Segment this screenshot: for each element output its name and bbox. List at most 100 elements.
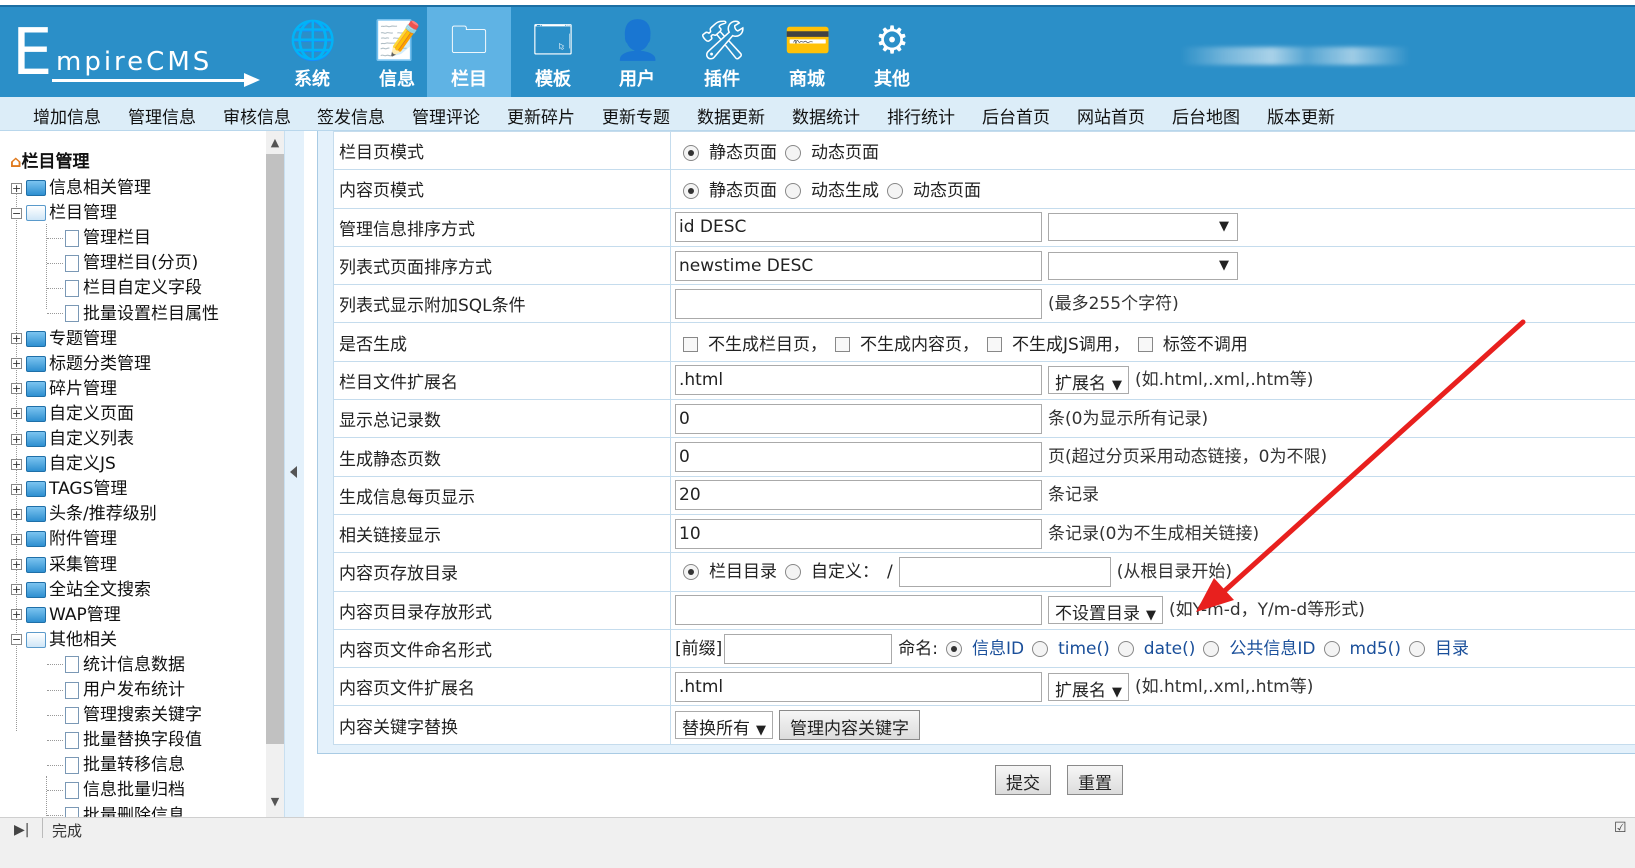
- tree-item[interactable]: + WAP管理: [11, 600, 121, 625]
- text-input[interactable]: 10: [675, 518, 1042, 549]
- checkbox[interactable]: [987, 337, 1002, 353]
- radio-button[interactable]: [785, 563, 801, 580]
- radio-button[interactable]: [683, 183, 699, 200]
- manage-keywords-button[interactable]: 管理内容关键字: [779, 710, 920, 741]
- subnav-item[interactable]: 更新专题: [602, 103, 670, 128]
- expand-icon[interactable]: +: [11, 483, 22, 495]
- topnav-card[interactable]: 💳 商城: [765, 7, 849, 97]
- expand-icon[interactable]: +: [11, 358, 22, 370]
- radio-button[interactable]: [1032, 640, 1049, 657]
- tree-item[interactable]: + 头条/推荐级别: [11, 499, 157, 524]
- radio-button[interactable]: [1117, 640, 1134, 657]
- tree-item[interactable]: + 自定义页面: [11, 399, 134, 424]
- radio-button[interactable]: [1323, 640, 1340, 657]
- collapse-left-icon[interactable]: [290, 466, 297, 478]
- sidebar-splitter[interactable]: [284, 131, 304, 817]
- text-input[interactable]: 0: [675, 442, 1042, 473]
- subnav-item[interactable]: 数据更新: [697, 103, 765, 128]
- collapse-icon[interactable]: −: [11, 207, 22, 219]
- radio-button[interactable]: [785, 183, 801, 200]
- topnav-tools[interactable]: 🛠 插件: [680, 7, 764, 97]
- radio-button[interactable]: [683, 563, 699, 580]
- subnav-item[interactable]: 管理信息: [128, 103, 196, 128]
- collapse-icon[interactable]: −: [11, 634, 22, 646]
- tree-item[interactable]: + 采集管理: [11, 550, 117, 575]
- radio-button[interactable]: [1203, 640, 1220, 657]
- tree-item[interactable]: 批量转移信息: [47, 750, 185, 775]
- prefix-input[interactable]: [724, 633, 893, 664]
- subnav-item[interactable]: 排行统计: [887, 103, 955, 128]
- tree-item[interactable]: + 标题分类管理: [11, 349, 151, 374]
- radio-button[interactable]: [887, 183, 903, 200]
- topnav-user[interactable]: 👤 用户: [595, 7, 679, 97]
- radio-button[interactable]: [1408, 640, 1425, 657]
- select-dropdown[interactable]: ▼: [1048, 213, 1238, 242]
- tree-item[interactable]: + 附件管理: [11, 524, 117, 549]
- tree-item[interactable]: 统计信息数据: [47, 650, 185, 675]
- checkbox[interactable]: [1137, 337, 1153, 353]
- subnav-item[interactable]: 增加信息: [33, 103, 101, 128]
- tree-item[interactable]: + 碎片管理: [11, 374, 117, 399]
- tree-item[interactable]: + 全站全文搜索: [11, 575, 151, 600]
- tree-item[interactable]: + 信息相关管理: [11, 173, 151, 198]
- expand-icon[interactable]: +: [11, 458, 22, 470]
- select-dropdown[interactable]: 不设置目录 ▼: [1048, 596, 1163, 625]
- tree-item[interactable]: − 栏目管理: [11, 198, 117, 223]
- tree-item[interactable]: 管理栏目(分页): [47, 248, 198, 273]
- scroll-down-arrow-icon[interactable]: ▼: [266, 795, 284, 811]
- tree-item[interactable]: 批量设置栏目属性: [47, 299, 219, 324]
- subnav-item[interactable]: 管理评论: [412, 103, 480, 128]
- tree-item[interactable]: 信息批量归档: [47, 775, 185, 800]
- reset-button[interactable]: 重置: [1067, 765, 1123, 795]
- topnav-gear[interactable]: ⚙ 其他: [850, 7, 934, 97]
- tree-item[interactable]: 管理栏目: [47, 223, 151, 248]
- expand-icon[interactable]: +: [11, 408, 22, 420]
- text-input[interactable]: .html: [675, 671, 1042, 702]
- subnav-item[interactable]: 签发信息: [317, 103, 385, 128]
- tree-item[interactable]: − 其他相关: [11, 625, 117, 650]
- expand-icon[interactable]: +: [11, 333, 22, 345]
- text-input[interactable]: [675, 595, 1042, 626]
- subnav-item[interactable]: 版本更新: [1267, 103, 1335, 128]
- expand-icon[interactable]: +: [11, 433, 22, 445]
- expand-icon[interactable]: +: [11, 383, 22, 395]
- tree-item[interactable]: + TAGS管理: [11, 474, 127, 499]
- tree-item[interactable]: 栏目自定义字段: [47, 273, 202, 298]
- submit-button[interactable]: 提交: [995, 765, 1051, 795]
- empirecms-logo[interactable]: E mpireCMS: [12, 21, 260, 93]
- topnav-folder[interactable]: 🗀 栏目: [427, 7, 511, 97]
- expand-icon[interactable]: +: [11, 559, 22, 570]
- select-dropdown[interactable]: 扩展名 ▼: [1048, 672, 1129, 701]
- radio-button[interactable]: [946, 640, 962, 657]
- topnav-window[interactable]: 🗔 模板: [511, 7, 595, 97]
- custom-dir-input[interactable]: [898, 556, 1111, 587]
- subnav-item[interactable]: 后台地图: [1172, 103, 1240, 128]
- sidebar-scroll-thumb[interactable]: [266, 154, 284, 744]
- expand-icon[interactable]: +: [11, 609, 22, 621]
- tree-item[interactable]: + 专题管理: [11, 324, 117, 349]
- expand-icon[interactable]: +: [11, 182, 22, 194]
- expand-icon[interactable]: +: [11, 584, 22, 596]
- text-input[interactable]: .html: [675, 365, 1042, 396]
- subnav-item[interactable]: 网站首页: [1077, 103, 1145, 128]
- radio-button[interactable]: [785, 145, 801, 162]
- tree-root[interactable]: ⌂栏目管理: [10, 147, 89, 172]
- tree-item[interactable]: 批量删除信息: [47, 801, 185, 817]
- tree-item[interactable]: + 自定义JS: [11, 449, 116, 474]
- text-input[interactable]: 20: [675, 480, 1042, 511]
- checkbox[interactable]: [683, 337, 698, 353]
- subnav-item[interactable]: 后台首页: [982, 103, 1050, 128]
- topnav-globe[interactable]: 🌐 系统: [270, 7, 354, 97]
- select-dropdown[interactable]: 替换所有 ▼: [675, 711, 773, 740]
- tree-item[interactable]: 用户发布统计: [47, 675, 185, 700]
- tree-item[interactable]: + 自定义列表: [11, 424, 134, 449]
- tree-item[interactable]: 批量替换字段值: [47, 725, 202, 750]
- text-input[interactable]: [675, 288, 1042, 319]
- scroll-up-arrow-icon[interactable]: ▲: [266, 136, 284, 152]
- expand-icon[interactable]: +: [11, 533, 22, 545]
- subnav-item[interactable]: 更新碎片: [507, 103, 575, 128]
- text-input[interactable]: 0: [675, 403, 1042, 434]
- select-dropdown[interactable]: ▼: [1048, 251, 1238, 280]
- text-input[interactable]: newstime DESC: [675, 250, 1042, 281]
- text-input[interactable]: id DESC: [675, 212, 1042, 243]
